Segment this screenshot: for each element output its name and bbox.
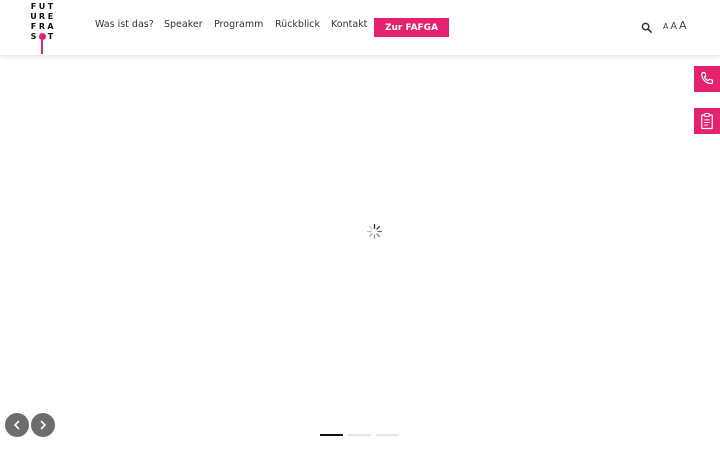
nav-link-speaker[interactable]: Speaker (164, 19, 203, 30)
chevron-left-icon (14, 420, 20, 430)
slider-dot-2[interactable] (348, 434, 371, 436)
logo-row: F R A (30, 22, 54, 31)
logo-row: U R E (30, 12, 54, 21)
phone-icon (701, 72, 714, 85)
nav-link-rueckblick[interactable]: Rückblick (275, 19, 320, 30)
font-size-small-button[interactable]: A (663, 23, 668, 31)
site-header: F U T U R E F R A S T Was ist das? Speak… (0, 0, 720, 55)
font-size-large-button[interactable]: A (679, 20, 687, 31)
zur-fafga-button[interactable]: Zur FAFGA (374, 18, 449, 37)
nav-link-programm[interactable]: Programm (214, 19, 263, 30)
search-icon[interactable] (641, 22, 652, 33)
nav-link-kontakt[interactable]: Kontakt (331, 19, 367, 30)
registration-form-tab[interactable] (694, 108, 720, 134)
slider-prev-button[interactable] (5, 413, 29, 437)
slider-dot-1[interactable] (320, 434, 343, 436)
phone-contact-tab[interactable] (694, 66, 720, 92)
slider-pagination (320, 434, 399, 436)
nav-link-was-ist-das[interactable]: Was ist das? (95, 19, 154, 30)
slider-dot-3[interactable] (376, 434, 399, 436)
logo-row: F U T (30, 2, 54, 11)
clipboard-icon (701, 112, 713, 130)
chevron-right-icon (40, 420, 46, 430)
slider-next-button[interactable] (31, 413, 55, 437)
font-size-switcher: A A A (663, 20, 687, 32)
logo-pin-stem (41, 38, 43, 54)
loading-spinner-icon (367, 224, 382, 239)
font-size-medium-button[interactable]: A (670, 22, 677, 32)
future-fast-logo[interactable]: F U T U R E F R A S T (30, 2, 56, 54)
